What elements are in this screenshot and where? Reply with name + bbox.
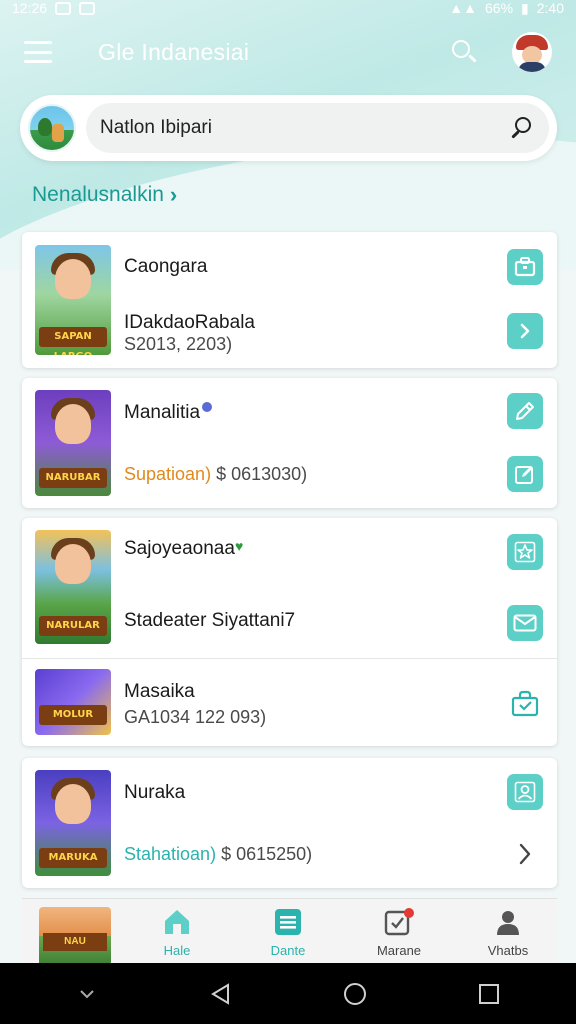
edit-box-button[interactable] [507, 456, 543, 492]
section-title-label: Nenalusnalkin [32, 183, 164, 206]
profile-icon [497, 911, 519, 935]
notification-icon [55, 1, 72, 15]
game-title-text: Manalitia [124, 402, 201, 423]
tab-label: Vhatbs [487, 943, 529, 958]
game-card[interactable]: SAPAN LARGO Caongara IDakdaoRabala S2013… [22, 232, 557, 368]
back-icon[interactable] [201, 974, 241, 1014]
open-button[interactable] [507, 836, 543, 872]
game-thumbnail: NARULAR [35, 530, 111, 644]
avatar[interactable] [512, 32, 552, 72]
tab-label: Marane [376, 943, 422, 958]
briefcase-icon [514, 257, 536, 277]
thumbnail-label: NARUBAR [39, 468, 107, 488]
home-nav-icon[interactable] [335, 974, 375, 1014]
edit-icon [516, 402, 534, 420]
game-thumbnail[interactable]: NAU [39, 907, 111, 965]
status-time-right: 2:40 [536, 0, 564, 16]
status-time: 12:26 [12, 0, 48, 16]
signal-icon: ▲▲ [449, 0, 477, 16]
chevron-down-icon[interactable] [67, 974, 107, 1014]
thumbnail-label: NAU [43, 933, 107, 951]
game-meta: Stahatioan) $ 0615250) [124, 844, 312, 865]
game-thumbnail: MOLUR [35, 669, 111, 735]
game-meta: Supatioan) $ 0613030) [124, 464, 307, 485]
bottom-tab-bar: NAU Hale Dante Marane Vhatbs [22, 898, 557, 965]
game-thumbnail: SAPAN LARGO [35, 245, 111, 355]
verified-icon [202, 402, 213, 412]
thumbnail-label: SAPAN LARGO [39, 327, 107, 355]
tab-list[interactable]: Dante [248, 907, 328, 961]
search-icon[interactable] [509, 115, 535, 141]
game-thumbnail: NARUBAR [35, 390, 111, 496]
favorite-button[interactable] [507, 534, 543, 570]
battery-percent: 66% [485, 0, 514, 16]
shopping-bag-icon [511, 690, 539, 717]
edit-box-icon [515, 466, 533, 484]
tab-notifications[interactable]: Marane [359, 907, 439, 961]
list-icon [275, 909, 301, 935]
game-subtitle: IDakdaoRabala [124, 312, 255, 333]
recents-icon[interactable] [469, 974, 509, 1014]
system-nav-bar [0, 963, 576, 1024]
heart-icon: ♥ [234, 538, 244, 554]
notifications-icon [384, 908, 414, 936]
game-title-text: Sajoyeaonaa [124, 538, 235, 559]
game-title: Nuraka [124, 782, 186, 803]
game-thumbnail: MARUKA [35, 770, 111, 876]
thumbnail-label: MARUKA [39, 848, 107, 868]
game-card-group: NARULAR Sajoyeaonaa♥ Stadeater Siyattani… [22, 518, 557, 746]
game-title: Manalitia [124, 402, 213, 424]
app-bar: Gle Indanesiai [0, 24, 576, 80]
tab-label: Dante [270, 943, 306, 958]
tab-profile[interactable]: Vhatbs [468, 907, 548, 961]
chevron-right-icon [519, 843, 531, 865]
search-thumbnail[interactable] [28, 104, 76, 152]
game-title: Caongara [124, 256, 208, 277]
thumbnail-label: MOLUR [39, 705, 107, 725]
edit-button[interactable] [507, 393, 543, 429]
search-icon[interactable] [450, 38, 478, 66]
chevron-right-icon: › [169, 182, 178, 207]
star-icon [514, 541, 536, 563]
open-button[interactable] [507, 313, 543, 349]
home-icon [165, 910, 189, 934]
search-input[interactable]: Natlon Ibipari [86, 103, 549, 153]
search-input-value: Natlon Ibipari [100, 117, 212, 138]
game-title: Masaika [124, 681, 195, 702]
game-card[interactable]: NARUBAR Manalitia Supatioan) $ 0613030) [22, 378, 557, 508]
list-item[interactable]: NARULAR Sajoyeaonaa♥ Stadeater Siyattani… [22, 518, 557, 658]
game-meta-accent: Stahatioan) [124, 844, 217, 864]
app-title: Gle Indanesiai [98, 38, 250, 65]
game-meta-price: $ 0613030) [216, 464, 308, 484]
mail-status-icon [79, 1, 96, 15]
game-subtitle: Stadeater Siyattani7 [124, 610, 296, 631]
search-card: Natlon Ibipari [20, 95, 557, 161]
profile-button[interactable] [507, 774, 543, 810]
tab-home[interactable]: Hale [137, 907, 217, 961]
game-meta-price: $ 0615250) [221, 844, 313, 864]
game-meta: GA1034 122 093) [124, 707, 267, 727]
game-meta-accent: Supatioan) [124, 464, 212, 484]
tab-label: Hale [163, 943, 191, 958]
message-button[interactable] [507, 605, 543, 641]
game-card[interactable]: MARUKA Nuraka Stahatioan) $ 0615250) [22, 758, 557, 888]
battery-icon: ▮ [521, 0, 529, 16]
mail-icon [513, 614, 537, 632]
person-icon [514, 781, 536, 803]
list-item[interactable]: MOLUR Masaika GA1034 122 093) [22, 659, 557, 746]
status-bar: 12:26 ▲▲ 66% ▮ 2:40 [0, 0, 576, 16]
hamburger-menu-icon[interactable] [24, 41, 52, 63]
game-title: Sajoyeaonaa♥ [124, 538, 243, 560]
shop-button[interactable] [507, 685, 543, 721]
section-title[interactable]: Nenalusnalkin › [32, 182, 177, 208]
chevron-right-icon [520, 323, 530, 339]
game-meta: S2013, 2203) [124, 334, 233, 354]
thumbnail-label: NARULAR [39, 616, 107, 636]
briefcase-button[interactable] [507, 249, 543, 285]
